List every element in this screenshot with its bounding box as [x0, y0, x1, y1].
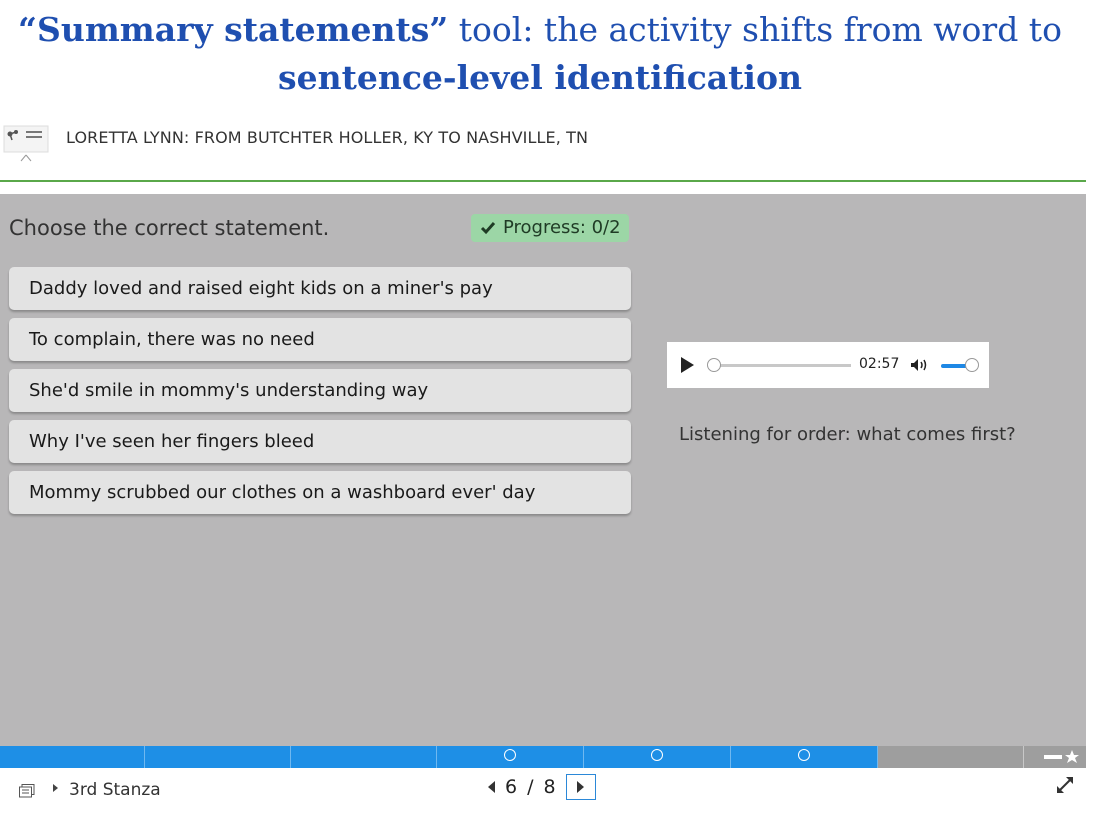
next-page-button[interactable]: [565, 774, 596, 800]
volume-icon[interactable]: [910, 358, 930, 372]
presentation-icon: [3, 125, 49, 162]
player-footer: 3rd Stanza 6 / 8: [0, 768, 1098, 816]
progress-label: Progress: 0/2: [503, 217, 621, 238]
question-prompt: Choose the correct statement.: [9, 216, 330, 240]
slide-title-bold-2: sentence-level identification: [278, 58, 802, 97]
progress-segment[interactable]: [437, 746, 584, 768]
progress-segment-bonus[interactable]: [1024, 746, 1086, 768]
course-title: LORETTA LYNN: FROM BUTCHTER HOLLER, KY T…: [66, 128, 589, 147]
section-title: 3rd Stanza: [69, 780, 161, 800]
seek-knob[interactable]: [707, 358, 721, 372]
seek-bar[interactable]: [707, 358, 851, 372]
slide-title: “Summary statements” tool: the activity …: [0, 6, 1080, 102]
audio-player: 02:57: [667, 342, 989, 388]
statement-option[interactable]: Mommy scrubbed our clothes on a washboar…: [9, 471, 631, 514]
statement-option[interactable]: She'd smile in mommy's understanding way: [9, 369, 631, 412]
statement-options: Daddy loved and raised eight kids on a m…: [9, 267, 631, 522]
circle-icon: [504, 749, 516, 761]
fullscreen-icon[interactable]: [1054, 774, 1076, 796]
statement-option[interactable]: Why I've seen her fingers bleed: [9, 420, 631, 463]
progress-badge: Progress: 0/2: [471, 214, 629, 242]
total-pages: 8: [543, 776, 556, 798]
volume-knob[interactable]: [965, 358, 979, 372]
circle-icon: [651, 749, 663, 761]
progress-segment[interactable]: [291, 746, 437, 768]
previous-page-button[interactable]: [488, 781, 495, 793]
caret-right-icon[interactable]: [53, 784, 58, 792]
progress-segment[interactable]: [584, 746, 731, 768]
play-icon[interactable]: [681, 357, 694, 373]
slide-title-bold-1: “Summary statements”: [18, 10, 449, 49]
statement-option[interactable]: Daddy loved and raised eight kids on a m…: [9, 267, 631, 310]
audio-time: 02:57: [859, 356, 900, 372]
arrow-right-icon: [577, 781, 585, 793]
course-header: LORETTA LYNN: FROM BUTCHTER HOLLER, KY T…: [0, 118, 1086, 182]
statement-option[interactable]: To complain, there was no need: [9, 318, 631, 361]
listening-hint: Listening for order: what comes first?: [679, 424, 1016, 445]
progress-segment[interactable]: [0, 746, 145, 768]
star-icon: [1044, 750, 1079, 763]
progress-segment[interactable]: [878, 746, 1024, 768]
lesson-progress-bar: [0, 746, 1086, 768]
slides-menu-icon[interactable]: [19, 784, 35, 798]
slide-title-text: tool: the activity shifts from word to: [448, 10, 1062, 49]
page-separator: /: [527, 776, 534, 798]
progress-segment[interactable]: [145, 746, 291, 768]
current-page: 6: [505, 776, 518, 798]
activity-panel: Choose the correct statement. Progress: …: [0, 194, 1086, 746]
progress-segment[interactable]: [731, 746, 878, 768]
circle-icon: [798, 749, 810, 761]
pager: 6 / 8: [488, 774, 596, 800]
checkmark-icon: [480, 222, 496, 235]
